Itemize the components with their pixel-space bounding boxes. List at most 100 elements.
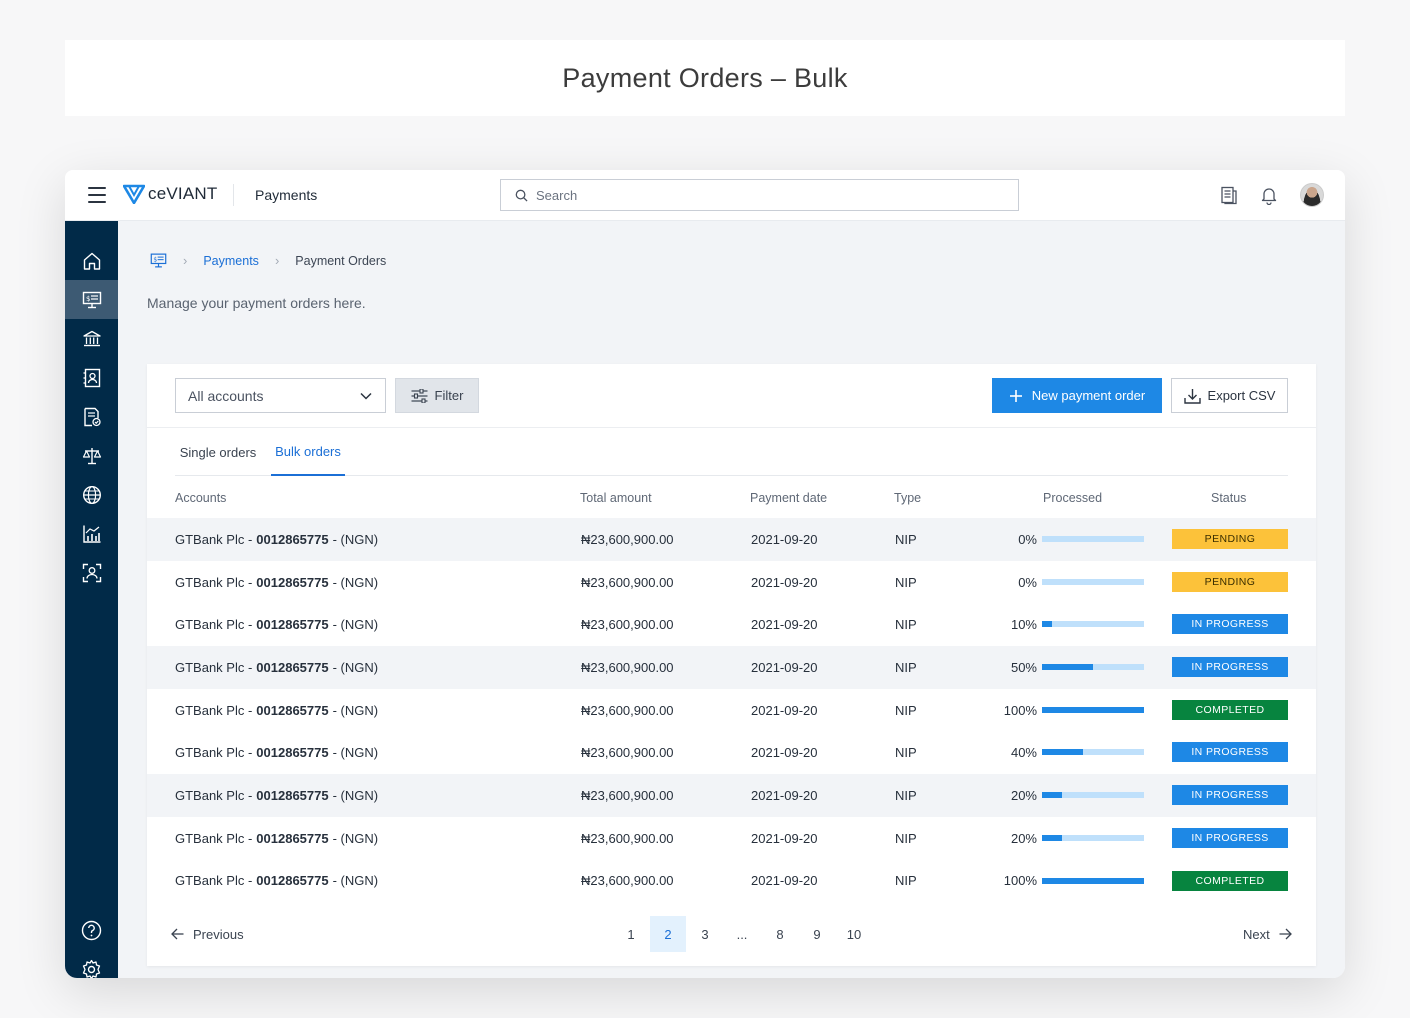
status-badge: COMPLETED (1172, 699, 1288, 720)
user-scan-icon (82, 563, 101, 582)
table-row[interactable]: GTBank Plc -0012865775- (NGN) ₦23,600,900… (147, 561, 1316, 604)
status-badge: PENDING (1172, 529, 1288, 549)
document-icon[interactable] (1220, 186, 1240, 206)
type-cell: NIP (895, 574, 917, 590)
progress-bar (1042, 792, 1144, 799)
export-csv-button[interactable]: Export CSV (1171, 378, 1288, 413)
page-10-button[interactable]: 10 (836, 916, 872, 952)
account-number: 0012865775 (256, 702, 329, 718)
bank-name: GTBank Plc - (175, 787, 253, 803)
status-badge: IN PROGRESS (1172, 657, 1288, 678)
sidebar-item-bank[interactable] (65, 319, 118, 358)
account-cell: GTBank Plc -0012865775- (NGN) (175, 731, 378, 774)
account-cell: GTBank Plc -0012865775- (NGN) (175, 518, 378, 561)
sidebar-item-payments[interactable]: $ (65, 280, 118, 319)
logo-mark-icon (123, 184, 145, 204)
sidebar-item-compliance[interactable] (65, 436, 118, 475)
column-header-payment-date: Payment date (750, 491, 828, 505)
page-3-button[interactable]: 3 (687, 916, 723, 952)
account-number: 0012865775 (256, 659, 329, 675)
table-row[interactable]: GTBank Plc -0012865775- (NGN) ₦23,600,900… (147, 817, 1316, 860)
page-9-button[interactable]: 9 (799, 916, 835, 952)
type-cell: NIP (895, 787, 917, 803)
amount-cell: ₦23,600,900.00 (581, 531, 674, 547)
sidebar-item-analytics[interactable] (65, 514, 118, 553)
account-number: 0012865775 (256, 531, 329, 547)
tab-single-orders[interactable]: Single orders (175, 428, 261, 476)
sidebar-item-home[interactable] (65, 241, 118, 280)
type-cell: NIP (895, 617, 917, 633)
sidebar-item-help[interactable] (65, 911, 118, 950)
top-bar: ceVIANT Payments (65, 170, 1345, 221)
new-payment-order-button[interactable]: New payment order (992, 378, 1162, 413)
filter-sliders-icon (411, 388, 428, 403)
processed-percent: 40% (1010, 745, 1037, 761)
progress-fill (1042, 621, 1053, 628)
tab-bulk-orders[interactable]: Bulk orders (271, 428, 345, 476)
sidebar-item-statements[interactable] (65, 397, 118, 436)
chevron-right-icon: › (183, 253, 188, 268)
amount-cell: ₦23,600,900.00 (581, 745, 674, 761)
table-row[interactable]: GTBank Plc -0012865775- (NGN) ₦23,600,900… (147, 774, 1316, 817)
page-1-button[interactable]: 1 (613, 916, 649, 952)
bell-icon[interactable] (1260, 186, 1280, 206)
amount-cell: ₦23,600,900.00 (581, 617, 674, 633)
search-input[interactable] (536, 187, 996, 203)
bank-name: GTBank Plc - (175, 702, 253, 718)
table-row[interactable]: GTBank Plc -0012865775- (NGN) ₦23,600,900… (147, 646, 1316, 689)
type-cell: NIP (895, 745, 917, 761)
menu-icon[interactable] (88, 187, 106, 203)
account-select-value: All accounts (188, 387, 264, 404)
table-row[interactable]: GTBank Plc -0012865775- (NGN) ₦23,600,900… (147, 731, 1316, 774)
processed-percent: 10% (1010, 617, 1037, 633)
column-header-status: Status (1211, 491, 1247, 505)
analytics-icon (82, 525, 100, 543)
account-currency: - (NGN) (332, 830, 379, 846)
amount-cell: ₦23,600,900.00 (581, 873, 674, 889)
progress-fill (1042, 792, 1063, 799)
brand-logo[interactable]: ceVIANT (123, 184, 217, 204)
account-currency: - (NGN) (332, 531, 379, 547)
svg-text:$: $ (153, 256, 157, 263)
svg-text:$: $ (86, 295, 90, 303)
brand-name: ceVIANT (148, 184, 218, 203)
account-cell: GTBank Plc -0012865775- (NGN) (175, 774, 378, 817)
progress-bar (1042, 621, 1144, 628)
processed-percent: 100% (1003, 873, 1037, 889)
status-badge: IN PROGRESS (1172, 827, 1288, 848)
bank-icon (82, 330, 101, 346)
account-select[interactable]: All accounts (175, 378, 386, 413)
previous-page-button[interactable]: Previous (171, 916, 244, 952)
payments-icon[interactable]: $ (150, 252, 167, 269)
table-row[interactable]: GTBank Plc -0012865775- (NGN) ₦23,600,900… (147, 860, 1316, 903)
page-2-button[interactable]: 2 (650, 916, 686, 952)
type-cell: NIP (895, 873, 917, 889)
account-currency: - (NGN) (332, 787, 379, 803)
table-row[interactable]: GTBank Plc -0012865775- (NGN) ₦23,600,900… (147, 603, 1316, 646)
page-8-button[interactable]: 8 (762, 916, 798, 952)
previous-label: Previous (193, 926, 244, 942)
sidebar-item-settings[interactable] (65, 950, 118, 978)
next-page-button[interactable]: Next (1243, 916, 1292, 952)
account-number: 0012865775 (256, 745, 329, 761)
filter-button[interactable]: Filter (395, 378, 479, 413)
search-icon (515, 189, 528, 202)
orders-table-body: GTBank Plc -0012865775- (NGN) ₦23,600,900… (147, 518, 1316, 902)
arrow-right-icon (1279, 928, 1292, 940)
bank-name: GTBank Plc - (175, 830, 253, 846)
processed-percent: 20% (1010, 830, 1037, 846)
status-badge: IN PROGRESS (1172, 785, 1288, 806)
table-row[interactable]: GTBank Plc -0012865775- (NGN) ₦23,600,900… (147, 518, 1316, 561)
breadcrumb-payments[interactable]: Payments (203, 254, 259, 268)
user-avatar[interactable] (1300, 183, 1324, 207)
amount-cell: ₦23,600,900.00 (581, 659, 674, 675)
account-cell: GTBank Plc -0012865775- (NGN) (175, 561, 378, 604)
sidebar-item-international[interactable] (65, 475, 118, 514)
account-currency: - (NGN) (332, 873, 379, 889)
sidebar-item-contacts[interactable] (65, 358, 118, 397)
account-number: 0012865775 (256, 787, 329, 803)
type-cell: NIP (895, 659, 917, 675)
table-row[interactable]: GTBank Plc -0012865775- (NGN) ₦23,600,900… (147, 689, 1316, 732)
column-header-accounts: Accounts (175, 491, 227, 505)
sidebar-item-users[interactable] (65, 553, 118, 592)
